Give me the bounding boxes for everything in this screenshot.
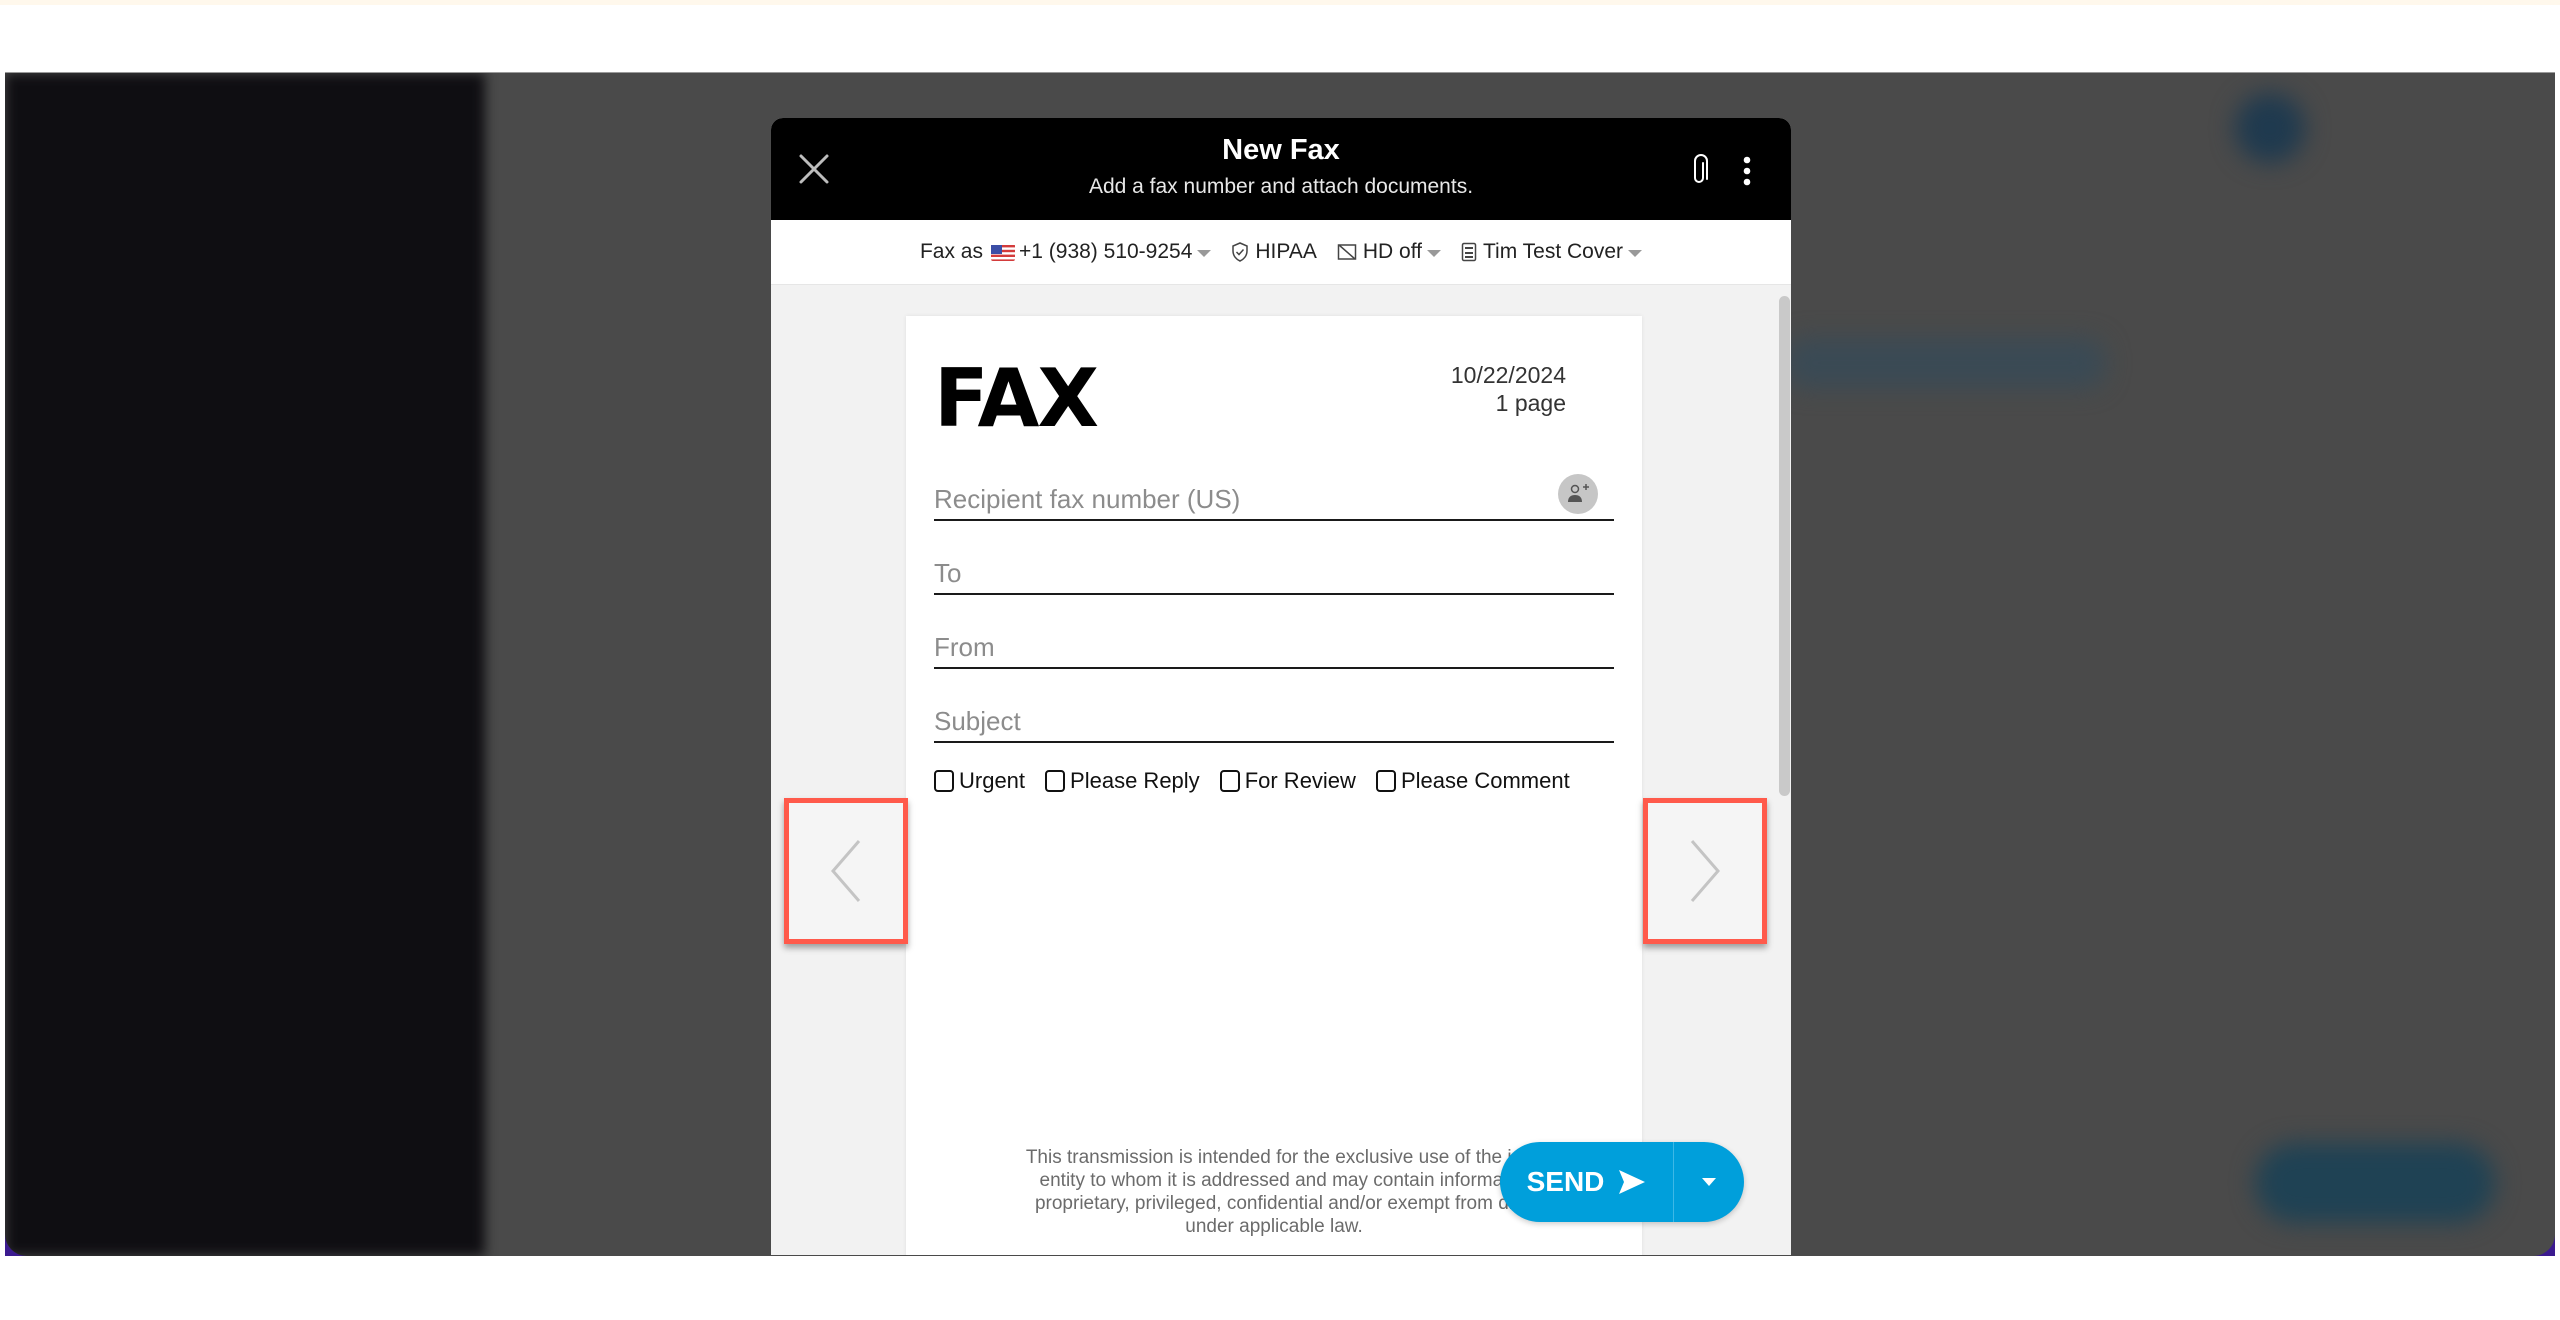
subject-input[interactable] [934, 701, 1614, 743]
urgent-checkbox[interactable]: Urgent [934, 768, 1025, 794]
checkbox-label: Please Comment [1400, 768, 1570, 793]
disclaimer-line: under applicable law. [1185, 1216, 1363, 1237]
checkbox-label: Urgent [959, 768, 1026, 793]
paperclip-icon [1694, 154, 1708, 183]
fax-as-label: Fax as [919, 240, 983, 263]
top-strip [0, 0, 2560, 5]
previous-page-button[interactable] [784, 798, 908, 944]
chevron-down-icon [1427, 249, 1441, 257]
fax-as-selector[interactable]: Fax as +1 (938) 510-9254 [919, 240, 1212, 264]
hd-label: HD off [1362, 240, 1422, 263]
fax-number: +1 (938) 510-9254 [1019, 240, 1193, 263]
checkbox-box[interactable] [1045, 770, 1066, 792]
cover-checkboxes: Urgent Please Reply For Review Please Co… [934, 768, 1570, 794]
scrollbar-thumb[interactable] [1779, 296, 1790, 796]
for-review-checkbox[interactable]: For Review [1219, 768, 1356, 794]
cover-page-preview: FAX 10/22/2024 1 page Urgent Please Repl… [906, 316, 1642, 1255]
checkbox-label: For Review [1244, 768, 1356, 793]
chevron-right-icon [1690, 840, 1720, 902]
background-avatar [2235, 93, 2305, 163]
chevron-down-icon [1197, 249, 1212, 257]
hd-off-icon [1337, 244, 1357, 260]
modal-header: New Fax Add a fax number and attach docu… [771, 118, 1791, 220]
us-flag-icon [991, 244, 1015, 261]
hd-selector[interactable]: HD off [1337, 240, 1441, 264]
send-button[interactable]: SEND [1500, 1142, 1674, 1222]
send-button-group: SEND [1500, 1142, 1744, 1222]
send-arrow-icon [1619, 1170, 1646, 1194]
chevron-left-icon [831, 840, 861, 902]
cover-label: Tim Test Cover [1483, 240, 1624, 263]
attach-button[interactable] [1686, 154, 1712, 188]
checkbox-box[interactable] [1375, 770, 1396, 792]
send-label: SEND [1526, 1166, 1605, 1197]
new-fax-modal: New Fax Add a fax number and attach docu… [771, 118, 1791, 1255]
next-page-button[interactable] [1643, 798, 1767, 944]
fax-heading: FAX [934, 352, 1099, 445]
modal-subtitle: Add a fax number and attach documents. [1088, 175, 1474, 198]
cover-page-selector[interactable]: Tim Test Cover [1461, 240, 1643, 264]
add-contact-icon [1568, 484, 1589, 502]
add-contact-button[interactable] [1558, 474, 1598, 514]
please-comment-checkbox[interactable]: Please Comment [1375, 768, 1570, 794]
to-input[interactable] [934, 553, 1614, 595]
background-sidebar [5, 73, 485, 1256]
please-reply-checkbox[interactable]: Please Reply [1045, 768, 1200, 794]
background-fab [2255, 1143, 2495, 1223]
cover-page-icon [1461, 242, 1477, 262]
more-options-button[interactable] [1741, 154, 1753, 188]
caret-down-icon [1702, 1178, 1716, 1186]
fax-date: 10/22/2024 [1450, 362, 1566, 388]
page-count: 1 page [1495, 390, 1566, 416]
hipaa-toggle[interactable]: HIPAA [1231, 240, 1317, 264]
fax-options-bar: Fax as +1 (938) 510-9254 HIPAA HD off Ti… [771, 220, 1791, 285]
checkbox-box[interactable] [1219, 770, 1240, 792]
shield-check-icon [1232, 242, 1249, 262]
background-tab-highlight [1785, 338, 2105, 388]
modal-scrollbar[interactable] [1779, 286, 1791, 1255]
from-input[interactable] [934, 627, 1614, 669]
checkbox-box[interactable] [934, 770, 954, 792]
more-vertical-icon [1743, 156, 1751, 186]
hipaa-label: HIPAA [1255, 240, 1317, 263]
recipient-fax-number-input[interactable] [934, 479, 1614, 521]
modal-title: New Fax [1222, 134, 1340, 166]
checkbox-label: Please Reply [1070, 768, 1200, 793]
chevron-down-icon [1628, 249, 1643, 257]
